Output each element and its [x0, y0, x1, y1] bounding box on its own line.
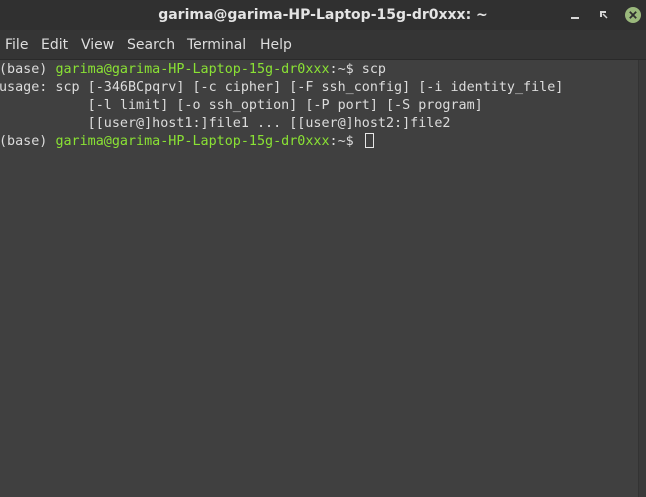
minimize-button[interactable]: [565, 5, 585, 25]
menu-bar: File Edit View Search Terminal Help: [0, 30, 646, 60]
prompt-userhost: garima@garima-HP-Laptop-15g-dr0xxx: [55, 134, 330, 149]
prompt-path: :~$: [329, 62, 362, 77]
close-button[interactable]: [623, 5, 643, 25]
terminal-line-3: [-l limit] [-o ssh_option] [-P port] [-S…: [0, 98, 483, 113]
menu-search[interactable]: Search: [127, 37, 175, 53]
terminal-line-4: [[user@]host1:]file1 ... [[user@]host2:]…: [0, 116, 451, 131]
terminal-line-2: usage: scp [-346BCpqrv] [-c cipher] [-F …: [0, 80, 564, 95]
terminal-scrollbar[interactable]: [638, 60, 646, 497]
minimize-icon: [571, 17, 579, 19]
prompt-path: :~$: [329, 134, 362, 149]
title-bar[interactable]: garima@garima-HP-Laptop-15g-dr0xxx: ~: [0, 0, 646, 30]
menu-help[interactable]: Help: [260, 37, 292, 53]
maximize-icon: [600, 11, 608, 19]
menu-terminal[interactable]: Terminal: [187, 37, 246, 53]
window-title: garima@garima-HP-Laptop-15g-dr0xxx: ~: [158, 7, 488, 23]
menu-edit[interactable]: Edit: [41, 37, 68, 53]
maximize-button[interactable]: [594, 5, 614, 25]
close-icon: [625, 7, 641, 23]
terminal-window: garima@garima-HP-Laptop-15g-dr0xxx: ~ Fi…: [0, 0, 646, 497]
prompt-userhost: garima@garima-HP-Laptop-15g-dr0xxx: [55, 62, 330, 77]
terminal-line-5: (base) garima@garima-HP-Laptop-15g-dr0xx…: [0, 133, 374, 151]
menu-file[interactable]: File: [5, 37, 28, 53]
text-cursor: [364, 133, 374, 148]
command-text: scp: [361, 62, 386, 77]
prompt-env: (base): [0, 62, 56, 77]
terminal-line-1: (base) garima@garima-HP-Laptop-15g-dr0xx…: [0, 61, 386, 79]
menu-view[interactable]: View: [81, 37, 114, 53]
prompt-env: (base): [0, 134, 56, 149]
terminal-output[interactable]: (base) garima@garima-HP-Laptop-15g-dr0xx…: [0, 60, 638, 497]
